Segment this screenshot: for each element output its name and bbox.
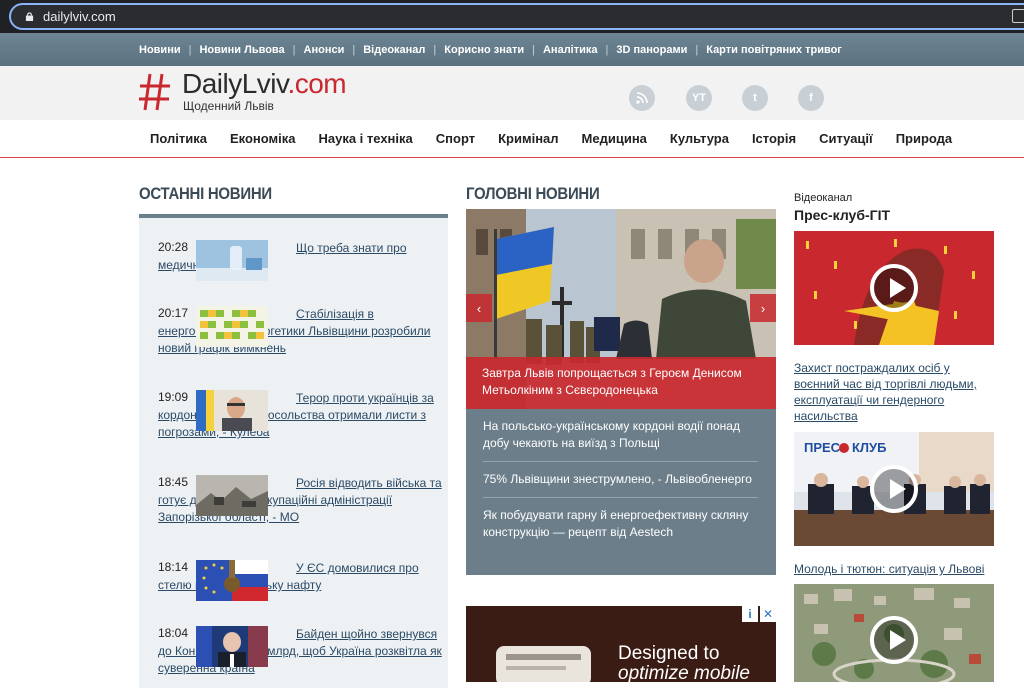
list-item[interactable]: 20:17 Стабілізація в енергосистемі: енер… — [139, 306, 448, 357]
svg-text:КЛУБ: КЛУБ — [852, 440, 887, 455]
news-time: 19:09 — [158, 390, 189, 404]
video-title[interactable]: Прес-клуб-ГІТ — [794, 207, 890, 223]
site-header: DailyLviv.com Щоденний Львів YT t f — [0, 66, 1024, 120]
list-item[interactable]: 20:28 Що треба знати про медичний спирт? — [139, 240, 448, 281]
video-thumbnail[interactable] — [794, 231, 994, 345]
ad-text: Designed to optimize mobile — [618, 643, 750, 683]
latest-news-list: 20:28 Що треба знати про медичний спирт?… — [139, 218, 448, 688]
hero-caption[interactable]: Завтра Львів попрощається з Героєм Денис… — [466, 357, 776, 409]
category-item[interactable]: Політика — [150, 131, 207, 146]
nav-separator: | — [532, 43, 535, 56]
top-nav-item[interactable]: Відеоканал — [363, 44, 425, 56]
browser-address-bar: dailylviv.com — [0, 0, 1024, 33]
ad-info-icon[interactable]: i — [742, 606, 758, 622]
list-item[interactable]: 75% Львівщини знеструмлено, - Львівоблен… — [483, 462, 758, 498]
list-item[interactable]: 18:04 Байден щойно звернувся до Конгресу… — [139, 626, 448, 677]
svg-text:ПРЕС: ПРЕС — [804, 440, 841, 455]
category-item[interactable]: Історія — [752, 131, 796, 146]
news-time: 18:45 — [158, 475, 189, 489]
list-item[interactable]: 18:45 Росія відводить війська та готує д… — [139, 475, 448, 526]
video-channel-section: Відеоканал Прес-клуб-ГІТ Захист постражд… — [794, 158, 994, 682]
news-time: 20:17 — [158, 306, 189, 320]
list-item[interactable]: 19:09 Терор проти українців за кордоном:… — [139, 390, 448, 441]
news-thumbnail[interactable] — [196, 626, 268, 667]
video-link[interactable]: Захист постраждалих осіб у воєнний час в… — [794, 360, 994, 424]
nav-separator: | — [433, 43, 437, 56]
hero-slider[interactable]: ‹ › Завтра Львів попрощається з Героєм Д… — [466, 209, 776, 409]
youtube-icon[interactable]: YT — [686, 85, 712, 111]
list-item[interactable]: На польсько-українському кордоні водії п… — [483, 409, 758, 462]
category-item[interactable]: Наука і техніка — [318, 131, 412, 146]
news-thumbnail[interactable] — [196, 560, 268, 601]
top-nav-item[interactable]: Новини — [139, 44, 181, 56]
category-item[interactable]: Ситуації — [819, 131, 873, 146]
list-item[interactable]: 18:14 У ЄС домовилися про стелю цін на р… — [139, 560, 448, 601]
latest-news-section: ОСТАННІ НОВИНИ 20:28 Що треба знати про … — [139, 158, 448, 688]
play-icon[interactable] — [870, 465, 918, 513]
main-news-list: На польсько-українському кордоні водії п… — [466, 409, 776, 575]
list-item[interactable]: Як побудувати гарну й енергоефективну ск… — [483, 498, 758, 550]
logo-text[interactable]: DailyLviv.com — [182, 68, 347, 100]
category-nav: Політика Економіка Наука і техніка Спорт Кри… — [0, 120, 1024, 158]
category-item[interactable]: Економіка — [230, 131, 296, 146]
top-nav-item[interactable]: 3D панорами — [616, 44, 687, 56]
twitter-icon[interactable]: t — [742, 85, 768, 111]
news-thumbnail[interactable] — [196, 390, 268, 431]
category-item[interactable]: Спорт — [436, 131, 475, 146]
latest-news-title: ОСТАННІ НОВИНИ — [139, 184, 272, 203]
nav-separator: | — [605, 43, 609, 56]
nav-separator: | — [292, 43, 296, 56]
play-icon[interactable] — [870, 616, 918, 664]
top-nav-list: Новини | Новини Львова | Анонси | Відеоканал | К… — [139, 33, 842, 66]
rss-icon[interactable] — [629, 85, 655, 111]
category-item[interactable]: Медицина — [582, 131, 647, 146]
main-news-title: ГОЛОВНІ НОВИНИ — [466, 184, 600, 203]
news-thumbnail[interactable] — [196, 240, 268, 281]
main-news-section: ГОЛОВНІ НОВИНИ ‹ › Завтра Львів попрощає… — [466, 158, 776, 682]
top-nav-item[interactable]: Аналітика — [543, 44, 598, 56]
news-time: 18:04 — [158, 626, 189, 640]
prev-slide-button[interactable]: ‹ — [466, 294, 492, 322]
category-item[interactable]: Культура — [670, 131, 729, 146]
logo-hash-icon[interactable] — [138, 72, 172, 112]
ad-close-icon[interactable]: ✕ — [760, 606, 776, 622]
top-nav: Новини | Новини Львова | Анонси | Відеоканал | К… — [0, 33, 1024, 66]
category-item[interactable]: Природа — [896, 131, 952, 146]
news-time: 20:28 — [158, 240, 189, 254]
top-nav-item[interactable]: Корисно знати — [444, 44, 524, 56]
url-field[interactable]: dailylviv.com — [9, 3, 1024, 30]
video-kicker: Відеоканал — [794, 192, 853, 204]
top-nav-item[interactable]: Анонси — [304, 44, 345, 56]
next-slide-button[interactable]: › — [750, 294, 776, 322]
news-time: 18:14 — [158, 560, 189, 574]
lock-icon — [25, 12, 34, 21]
news-thumbnail[interactable] — [196, 475, 268, 516]
facebook-icon[interactable]: f — [798, 85, 824, 111]
ad-banner[interactable]: Designed to optimize mobile ✕ i — [466, 606, 776, 682]
nav-separator: | — [695, 43, 699, 56]
news-thumbnail[interactable] — [196, 306, 268, 347]
video-link[interactable]: Молодь і тютюн: ситуація у Львові — [794, 561, 994, 577]
video-thumbnail[interactable]: ПРЕС КЛУБ — [794, 432, 994, 546]
video-thumbnail[interactable] — [794, 584, 994, 682]
cast-icon[interactable] — [1012, 9, 1024, 23]
logo-tagline: Щоденний Львів — [183, 99, 274, 113]
nav-separator: | — [188, 43, 192, 56]
play-icon[interactable] — [870, 264, 918, 312]
top-nav-item[interactable]: Карти повітряних тривог — [706, 44, 842, 56]
category-item[interactable]: Кримінал — [498, 131, 558, 146]
category-list: Політика Економіка Наука і техніка Спорт Кри… — [150, 120, 952, 157]
url-text: dailylviv.com — [43, 9, 116, 24]
top-nav-item[interactable]: Новини Львова — [199, 44, 284, 56]
nav-separator: | — [352, 43, 356, 56]
